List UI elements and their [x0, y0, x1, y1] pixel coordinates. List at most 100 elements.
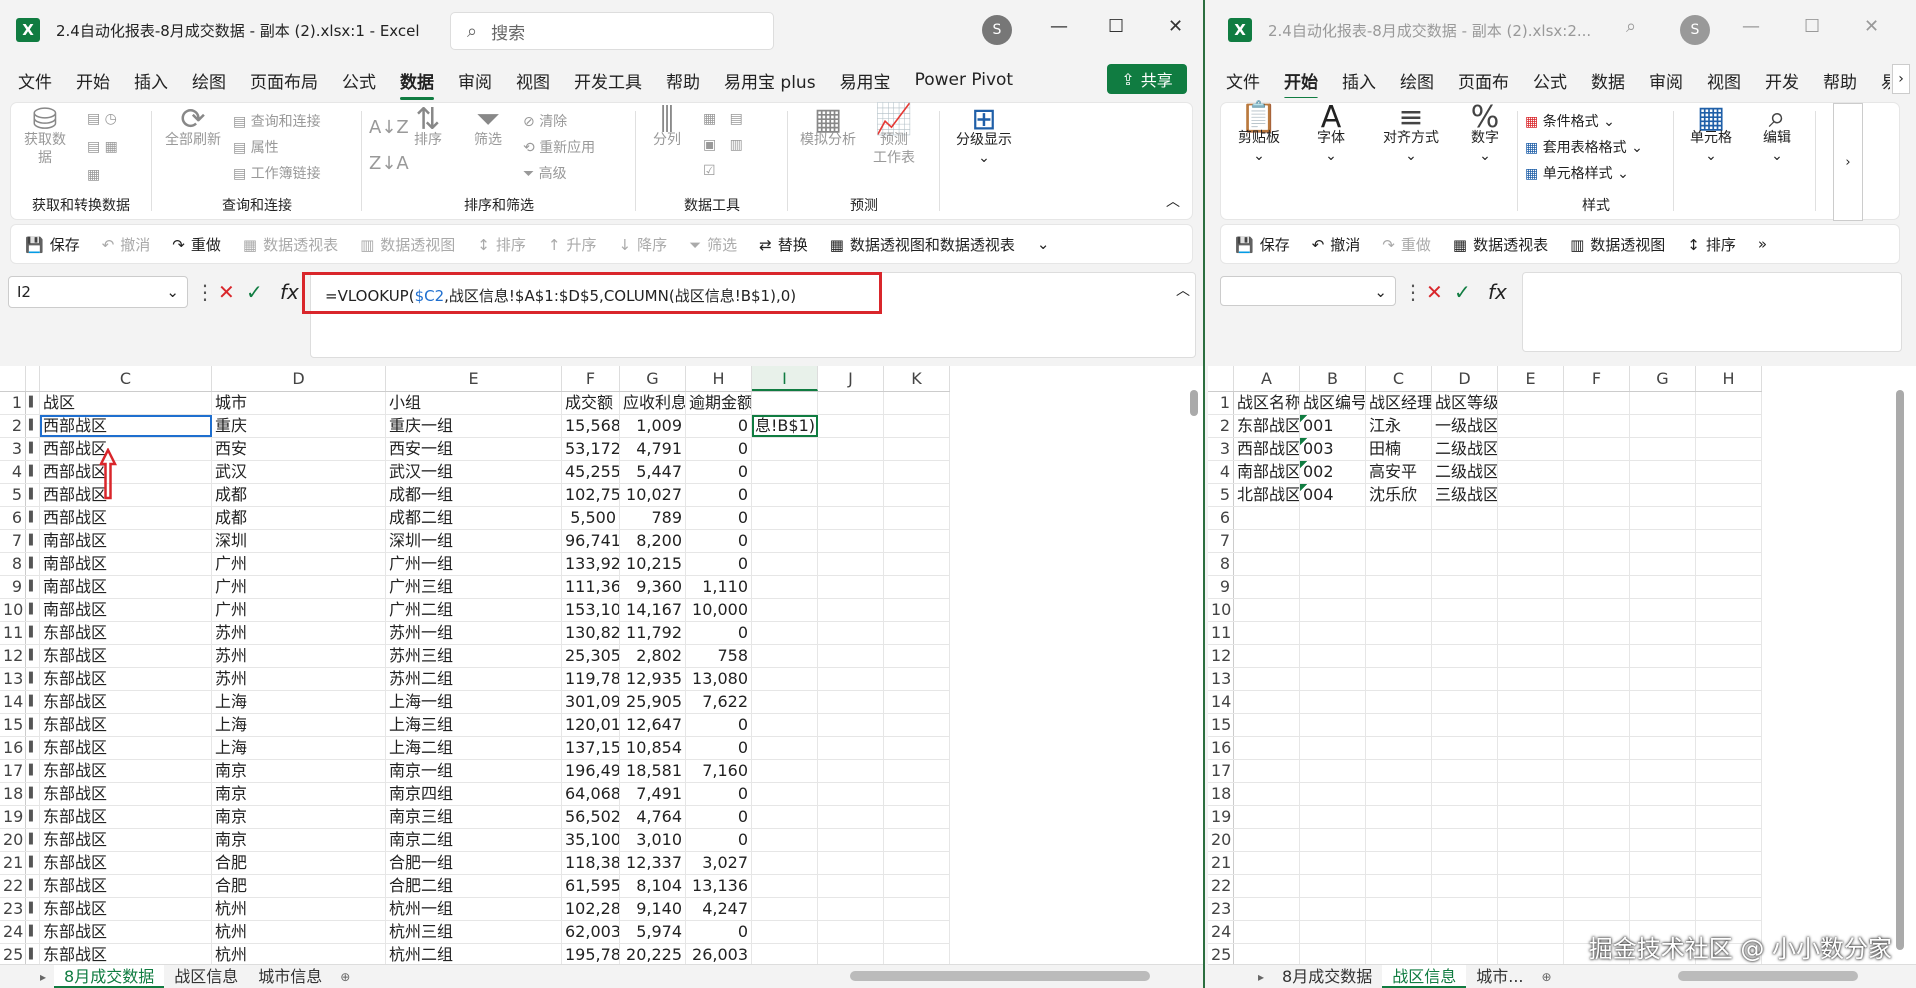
cell[interactable]: 758 [686, 645, 752, 667]
cell[interactable]: 14,167 [620, 599, 686, 621]
row-number[interactable]: 17 [1208, 760, 1234, 782]
qat-button[interactable]: ▥ 数据透视图 [1570, 234, 1665, 255]
cell[interactable] [818, 875, 884, 897]
cell[interactable] [752, 461, 818, 483]
cell[interactable] [752, 714, 818, 736]
cell[interactable] [1234, 714, 1300, 736]
cell[interactable] [1498, 415, 1564, 437]
minimize-icon[interactable]: — [1742, 16, 1760, 37]
menu-item[interactable]: 绘图 [1400, 68, 1434, 93]
cell[interactable]: 深圳一组 [386, 530, 562, 552]
cell[interactable]: 18,581 [620, 760, 686, 782]
formula-input[interactable] [1522, 272, 1902, 352]
cell[interactable] [1630, 507, 1696, 529]
cell[interactable] [1366, 921, 1432, 943]
cell[interactable] [884, 875, 950, 897]
cell[interactable] [818, 622, 884, 644]
cell[interactable] [1630, 875, 1696, 897]
column-header[interactable]: D [1432, 366, 1498, 391]
menu-item[interactable]: 公式 [342, 68, 376, 93]
cell[interactable] [1432, 668, 1498, 690]
cell[interactable] [1366, 737, 1432, 759]
cell[interactable]: 195,786 [562, 944, 620, 966]
cell[interactable]: 杭州 [212, 944, 386, 966]
cell[interactable] [1432, 622, 1498, 644]
cell[interactable]: 杭州三组 [386, 921, 562, 943]
cell[interactable] [1498, 829, 1564, 851]
cell[interactable]: 11,792 [620, 622, 686, 644]
cell[interactable] [752, 645, 818, 667]
cell[interactable] [752, 622, 818, 644]
row-number[interactable]: 7 [1208, 530, 1234, 552]
qat-more-icon[interactable]: ⌄ [1037, 235, 1050, 253]
cell[interactable] [1300, 944, 1366, 966]
cell[interactable] [818, 921, 884, 943]
cell[interactable] [1432, 576, 1498, 598]
enter-icon[interactable]: ✓ [246, 280, 263, 304]
cell[interactable]: 0 [686, 806, 752, 828]
cell[interactable] [1564, 461, 1630, 483]
from-web-icon[interactable]: ▤ ▦ [87, 139, 118, 155]
cell[interactable]: 南京 [212, 829, 386, 851]
row-number[interactable]: 13 [0, 668, 26, 690]
sheet-tab[interactable]: 战区信息 [1382, 964, 1467, 988]
cell[interactable]: 7,160 [686, 760, 752, 782]
ribbon-scroll-right-icon[interactable]: › [1833, 103, 1863, 221]
cell[interactable] [1366, 668, 1432, 690]
filter-button[interactable]: ⏷ 筛选 [463, 105, 513, 149]
cell[interactable]: 重庆一组 [386, 415, 562, 437]
cell[interactable] [1630, 461, 1696, 483]
cell[interactable]: 广州 [212, 553, 386, 575]
cell[interactable] [1498, 737, 1564, 759]
cell[interactable] [818, 668, 884, 690]
row-number[interactable]: 15 [0, 714, 26, 736]
cell[interactable]: 东部战区 [40, 898, 212, 920]
cell[interactable] [1564, 507, 1630, 529]
search-icon[interactable]: ⌕ [1626, 16, 1636, 37]
cell[interactable] [1696, 461, 1762, 483]
horizontal-scrollbar[interactable] [850, 971, 1150, 981]
cell[interactable] [1498, 714, 1564, 736]
cell[interactable] [1630, 484, 1696, 506]
cell[interactable]: 45,255 [562, 461, 620, 483]
cell[interactable] [1498, 691, 1564, 713]
cell[interactable]: 南部战区 [1234, 461, 1300, 483]
row-number[interactable]: 10 [1208, 599, 1234, 621]
cell[interactable] [1564, 668, 1630, 690]
cell[interactable] [1366, 645, 1432, 667]
cell[interactable] [818, 415, 884, 437]
row-number[interactable]: 25 [0, 944, 26, 966]
enter-icon[interactable]: ✓ [1454, 280, 1471, 304]
cell[interactable]: 9,360 [620, 576, 686, 598]
cell[interactable]: 0 [686, 714, 752, 736]
cell[interactable] [884, 415, 950, 437]
row-number[interactable]: 1 [0, 392, 26, 414]
cell[interactable] [818, 806, 884, 828]
cell[interactable]: 合肥一组 [386, 852, 562, 874]
cell[interactable] [884, 944, 950, 966]
sheet-tab[interactable]: 战区信息 [164, 965, 248, 988]
cell[interactable] [1696, 645, 1762, 667]
row-number[interactable]: 13 [1208, 668, 1234, 690]
row-number[interactable]: 15 [1208, 714, 1234, 736]
cell[interactable]: 南京 [212, 806, 386, 828]
cell[interactable] [884, 714, 950, 736]
row-number[interactable]: 2 [1208, 415, 1234, 437]
cell[interactable]: 0 [686, 737, 752, 759]
cell[interactable] [1432, 645, 1498, 667]
cell[interactable]: 成交额 [562, 392, 620, 414]
cell[interactable] [752, 553, 818, 575]
cell[interactable]: 4,791 [620, 438, 686, 460]
cell[interactable] [884, 484, 950, 506]
cell[interactable]: 重庆 [212, 415, 386, 437]
menu-item[interactable]: 公式 [1533, 68, 1567, 93]
cell[interactable]: 深圳 [212, 530, 386, 552]
cell[interactable]: 15,568 [562, 415, 620, 437]
cell[interactable]: 301,096 [562, 691, 620, 713]
cell[interactable]: 南京 [212, 760, 386, 782]
cell[interactable] [1498, 576, 1564, 598]
cell[interactable]: 东部战区 [40, 875, 212, 897]
cell[interactable] [1432, 898, 1498, 920]
row-number[interactable]: 22 [0, 875, 26, 897]
cell[interactable] [1432, 829, 1498, 851]
